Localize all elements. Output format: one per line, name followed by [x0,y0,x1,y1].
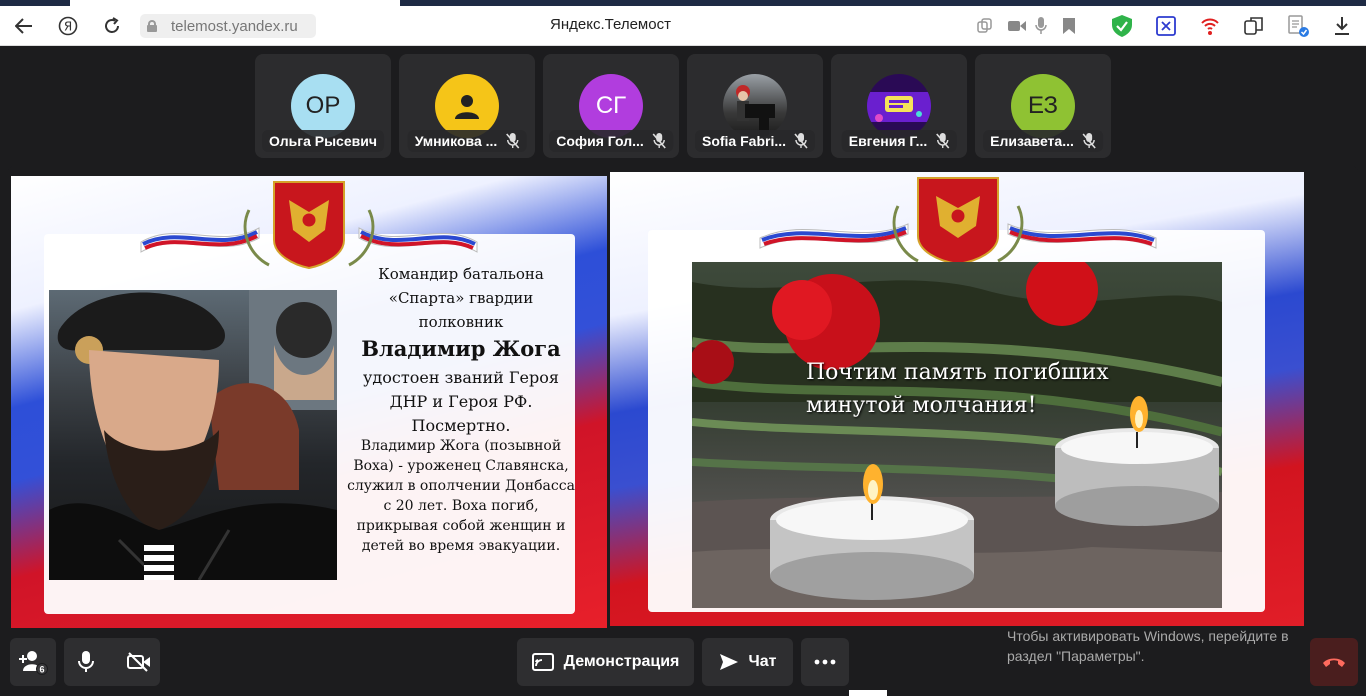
participant-name: Sofia Fabri... [701,133,787,149]
mic-off-icon [652,133,666,149]
screen-share-icon [531,653,554,671]
avatar: ЕЗ [1011,74,1075,138]
participant-tile[interactable]: Евгения Г... [831,54,967,158]
memorial-text: Почтим память погибших минутой молчания! [806,356,1109,422]
chat-label: Чат [748,653,777,670]
memorial-line-1: Почтим память погибших [806,360,1109,385]
participant-tile[interactable]: СГ София Гол... [543,54,679,158]
camera-toggle[interactable] [117,638,160,686]
camera-icon[interactable] [1006,15,1028,37]
participant-name: Умникова ... [414,133,498,149]
participant-tile[interactable]: Умникова ... [399,54,535,158]
avatar [723,74,787,138]
coat-of-arms-icon [140,181,478,270]
hang-up-icon [1323,658,1345,667]
document-check-icon[interactable] [1287,15,1309,37]
avatar: ОР [291,74,355,138]
windows-activation-line-2: раздел "Параметры". [1007,648,1145,664]
chat-button[interactable]: Чат [702,638,793,686]
avatar: СГ [579,74,643,138]
download-icon[interactable] [1331,15,1353,37]
participant-name-tag: Евгения Г... [841,130,957,152]
screen-share-label: Демонстрация [563,653,680,670]
microphone-icon[interactable] [1030,15,1052,37]
avatar-photo [867,92,931,122]
participant-name: Евгения Г... [848,133,928,149]
slide-line-bio: Владимир Жога (позывной Воха) - уроженец… [347,438,575,554]
wifi-icon[interactable] [1199,15,1221,37]
screen-share-button[interactable]: Демонстрация [517,638,694,686]
participant-name-tag: Sofia Fabri... [694,130,816,152]
slide-line-title: удостоен званий Героя ДНР и Героя РФ. По… [363,368,559,435]
participant-name-tag: Елизавета... [983,130,1103,152]
collections-icon[interactable] [1243,15,1265,37]
media-controls [64,638,160,686]
participant-tile[interactable]: ЕЗ Елизавета... [975,54,1111,158]
participant-name: София Гол... [556,133,644,149]
address-bar: Я telemost.yandex.ru Яндекс.Телемост [0,6,1366,46]
windows-activation-line-1: Чтобы активировать Windows, перейдите в [1007,628,1289,644]
candles-image [692,262,1222,608]
portrait-photo [49,290,337,580]
portrait-image [49,290,337,580]
shared-screen-right[interactable]: Почтим память погибших минутой молчания! [610,172,1304,626]
avatar [435,74,499,138]
mic-off-icon [1082,133,1096,149]
mic-off-icon [935,133,949,149]
copy-icon[interactable] [974,15,996,37]
participant-name: Елизавета... [990,133,1074,149]
close-box-icon[interactable] [1155,15,1177,37]
taskbar-indicator [849,690,887,696]
user-icon [455,95,479,119]
participant-name: Ольга Рысевич [269,133,377,149]
end-call-button[interactable] [1310,638,1358,686]
more-button[interactable] [801,638,849,686]
participant-tile[interactable]: ОР Ольга Рысевич [255,54,391,158]
microphone-icon [77,651,94,672]
bookmark-icon[interactable] [1058,15,1080,37]
mic-off-icon [794,133,808,149]
camera-off-icon [126,652,150,672]
candles-photo [692,262,1222,608]
invite-count-badge: 6 [39,665,44,675]
more-icon [814,659,836,665]
participant-name-tag: Ольга Рысевич [262,130,384,152]
avatar [867,74,931,138]
send-icon [719,654,738,670]
slide-line-commander: Командир батальона «Спарта» гвардии полк… [378,265,544,331]
memorial-line-2: минутой молчания! [806,393,1037,418]
coat-of-arms-icon [759,177,1157,266]
avatar-photo [736,85,775,138]
invite-button[interactable]: 6 [10,638,56,686]
mic-off-icon [505,133,519,149]
participant-name-tag: София Гол... [549,130,673,152]
participant-name-tag: Умникова ... [407,130,527,152]
add-user-icon: 6 [19,651,48,675]
slide-line-name: Владимир Жога [361,336,561,361]
participant-tile[interactable]: Sofia Fabri... [687,54,823,158]
shared-screen-left[interactable]: Командир батальона «Спарта» гвардии полк… [11,176,607,628]
windows-activation-watermark: Чтобы активировать Windows, перейдите в … [1007,626,1289,666]
shield-icon[interactable] [1111,15,1133,37]
microphone-toggle[interactable] [64,638,107,686]
